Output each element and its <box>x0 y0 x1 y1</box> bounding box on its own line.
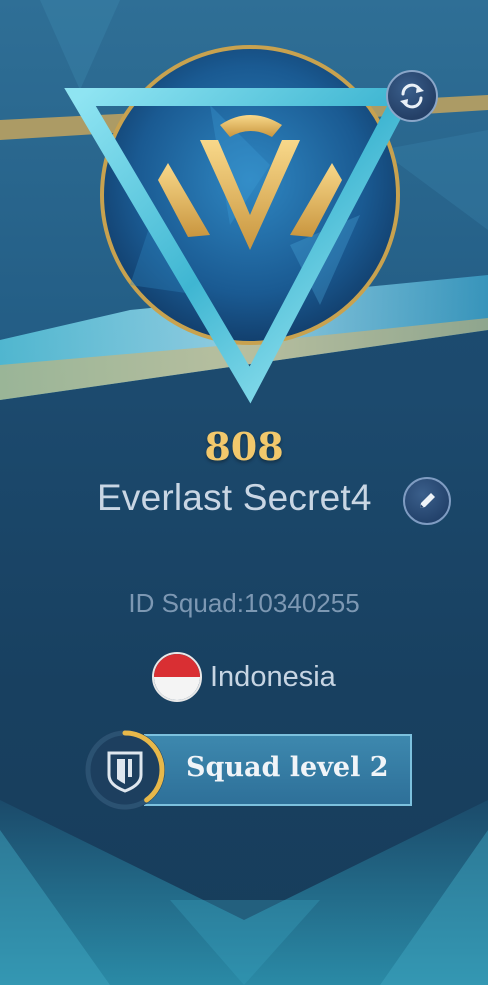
country-name: Indonesia <box>210 660 336 693</box>
refresh-icon <box>400 83 424 109</box>
indonesia-flag-icon <box>152 652 202 702</box>
player-name: Everlast Secret4 <box>97 477 372 518</box>
edit-name-button[interactable] <box>403 477 451 525</box>
country-row: Indonesia <box>152 652 336 702</box>
refresh-button[interactable] <box>386 70 438 122</box>
profile-card: 808 Everlast Secret4 ID Squad:10340255 I… <box>0 0 488 985</box>
squad-id: ID Squad:10340255 <box>128 588 360 618</box>
player-name-row: Everlast Secret4 <box>0 475 488 527</box>
squad-level-panel[interactable]: Squad level 2 <box>144 734 412 806</box>
squad-level-progress-ring <box>85 730 165 810</box>
rank-emblem-icon <box>64 45 417 404</box>
player-score: 808 <box>204 424 284 469</box>
pencil-icon <box>420 493 435 508</box>
squad-level-badge[interactable]: Squad level 2 <box>82 727 412 813</box>
squad-level-label: Squad level 2 <box>186 752 389 783</box>
